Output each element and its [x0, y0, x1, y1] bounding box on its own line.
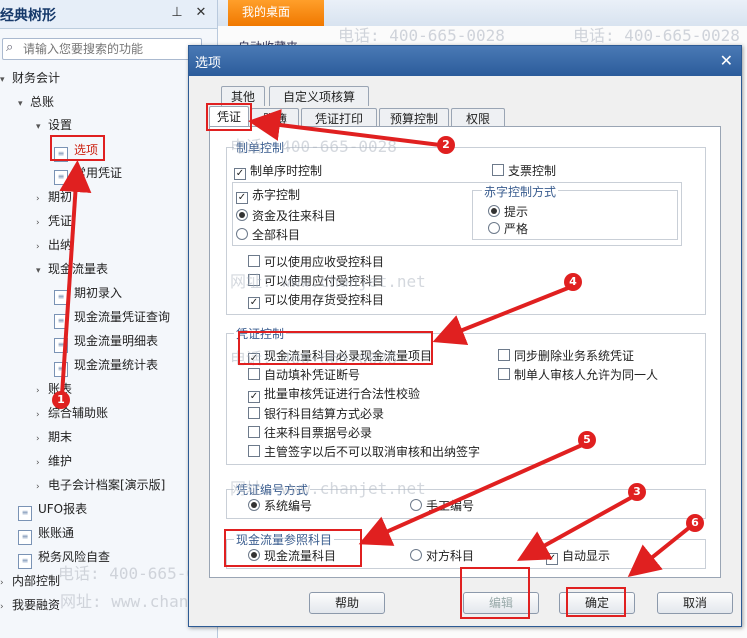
step-badge-2: 2	[437, 136, 455, 154]
step-badge-6: 6	[686, 514, 704, 532]
annotation-arrows	[59, 109, 692, 578]
step-badge-1: 1	[52, 391, 70, 409]
step-badge-5: 5	[578, 431, 596, 449]
step-badge-4: 4	[564, 273, 582, 291]
step-badge-3: 3	[628, 483, 646, 501]
